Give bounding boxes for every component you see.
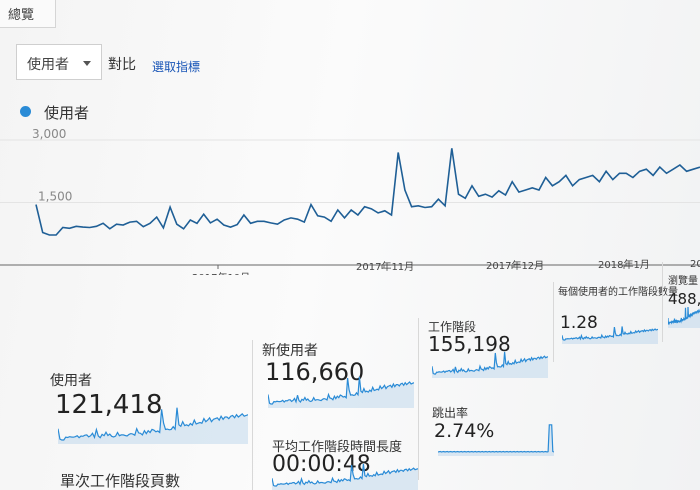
- scorecard-title: 單次工作階段頁數: [60, 472, 181, 490]
- sparkline: [562, 326, 658, 344]
- sparkline: [272, 463, 418, 490]
- sparkline-line: [438, 424, 554, 453]
- sparkline: [268, 376, 414, 408]
- compare-label: 對比: [108, 57, 136, 73]
- sparkline: [438, 424, 554, 456]
- sparkline-area: [668, 307, 700, 328]
- sparkline-area: [268, 376, 414, 408]
- scorecard-title: 使用者: [50, 373, 92, 389]
- x-tick-label: 2017年12月: [486, 259, 544, 272]
- sparkline: [668, 306, 700, 328]
- x-tick-label: 2018年: [690, 257, 700, 270]
- card-divider: [252, 340, 253, 440]
- x-tick-label: 2017年11月: [356, 260, 414, 273]
- legend-label: 使用者: [44, 104, 90, 122]
- x-tick-label: 2017年10月: [192, 271, 250, 275]
- x-tick-label: 2018年1月: [598, 258, 650, 271]
- card-divider: [252, 440, 253, 490]
- scorecard-title: 每個使用者的工作階段數量: [558, 287, 678, 298]
- sparkline-area: [432, 351, 548, 378]
- y-tick-label: 3,000: [32, 127, 66, 141]
- series-line: [35, 148, 700, 236]
- y-tick-label: 1,500: [38, 190, 72, 204]
- legend-dot-icon: [20, 106, 31, 117]
- select-metric-link[interactable]: 選取指標: [152, 58, 200, 75]
- card-divider: [553, 282, 554, 362]
- users-line-chart: 3,000 1,500 2017年10月 2017年11月 2017年12月 2018年…: [0, 127, 700, 275]
- analytics-overview-screen: 總覽 使用者 對比 選取指標 使用者 3,000 1,500 2017年10月 20…: [0, 0, 700, 490]
- scorecard-title: 新使用者: [262, 343, 318, 359]
- sparkline: [58, 407, 248, 444]
- scorecard-title: 瀏覽量: [668, 276, 698, 287]
- sparkline-area: [58, 407, 248, 444]
- metric-dropdown[interactable]: 使用者: [16, 44, 102, 80]
- sparkline-area: [272, 463, 418, 490]
- metric-dropdown-value: 使用者: [27, 57, 69, 73]
- caret-down-icon: [83, 61, 91, 66]
- card-divider: [662, 262, 663, 342]
- tab-overview[interactable]: 總覽: [0, 0, 56, 28]
- card-divider: [418, 400, 419, 480]
- sparkline: [432, 351, 548, 378]
